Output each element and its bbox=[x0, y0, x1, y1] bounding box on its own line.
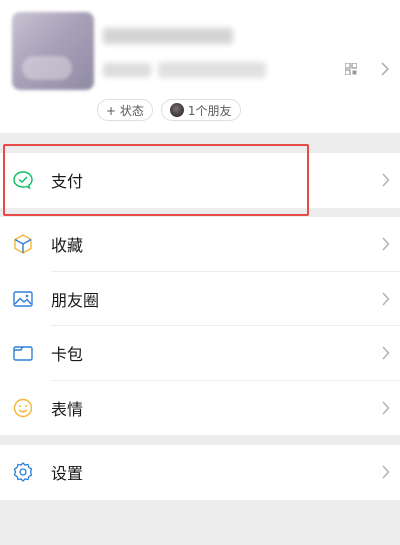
profile-id-label-blurred bbox=[103, 63, 151, 77]
profile-header[interactable]: + 状态 1个朋友 bbox=[0, 0, 400, 133]
qrcode-icon[interactable] bbox=[345, 63, 357, 75]
moments-icon bbox=[12, 288, 34, 310]
main-menu-group: 收藏 朋友圈 卡包 表情 bbox=[0, 217, 400, 435]
status-chip-label: + 状态 bbox=[106, 103, 144, 118]
menu-item-cards-label: 卡包 bbox=[51, 345, 84, 365]
menu-item-moments[interactable]: 朋友圈 bbox=[0, 272, 400, 326]
menu-item-stickers-label: 表情 bbox=[51, 399, 84, 419]
friend-avatar bbox=[169, 103, 184, 117]
menu-item-favorites[interactable]: 收藏 bbox=[0, 217, 400, 272]
pay-icon bbox=[12, 169, 34, 191]
menu-item-settings[interactable]: 设置 bbox=[0, 445, 400, 500]
gear-icon bbox=[12, 461, 34, 483]
profile-name-blurred bbox=[103, 28, 233, 44]
menu-item-settings-label: 设置 bbox=[51, 464, 84, 484]
favorites-icon bbox=[12, 233, 34, 255]
chevron-right-icon bbox=[382, 346, 390, 360]
friends-chip-label: 1个朋友 bbox=[187, 103, 232, 118]
friends-chip[interactable]: 1个朋友 bbox=[160, 99, 241, 121]
pay-group: 支付 bbox=[0, 153, 400, 208]
chevron-right-icon[interactable] bbox=[380, 62, 390, 76]
emoji-icon bbox=[12, 397, 34, 419]
settings-group: 设置 bbox=[0, 445, 400, 500]
chevron-right-icon bbox=[382, 465, 390, 479]
profile-id-blurred bbox=[158, 62, 266, 78]
card-wallet-icon bbox=[12, 342, 34, 364]
profile-avatar[interactable] bbox=[12, 12, 94, 90]
add-status-button[interactable]: + 状态 bbox=[97, 99, 153, 121]
menu-item-cards[interactable]: 卡包 bbox=[0, 326, 400, 381]
chevron-right-icon bbox=[382, 173, 390, 187]
menu-item-pay-label: 支付 bbox=[51, 172, 84, 192]
menu-item-moments-label: 朋友圈 bbox=[51, 290, 100, 310]
chevron-right-icon bbox=[382, 237, 390, 251]
status-row: + 状态 1个朋友 bbox=[97, 99, 241, 121]
chevron-right-icon bbox=[382, 292, 390, 306]
menu-item-pay[interactable]: 支付 bbox=[0, 153, 400, 208]
menu-item-stickers[interactable]: 表情 bbox=[0, 381, 400, 436]
chevron-right-icon bbox=[382, 401, 390, 415]
menu-item-favorites-label: 收藏 bbox=[51, 236, 84, 256]
